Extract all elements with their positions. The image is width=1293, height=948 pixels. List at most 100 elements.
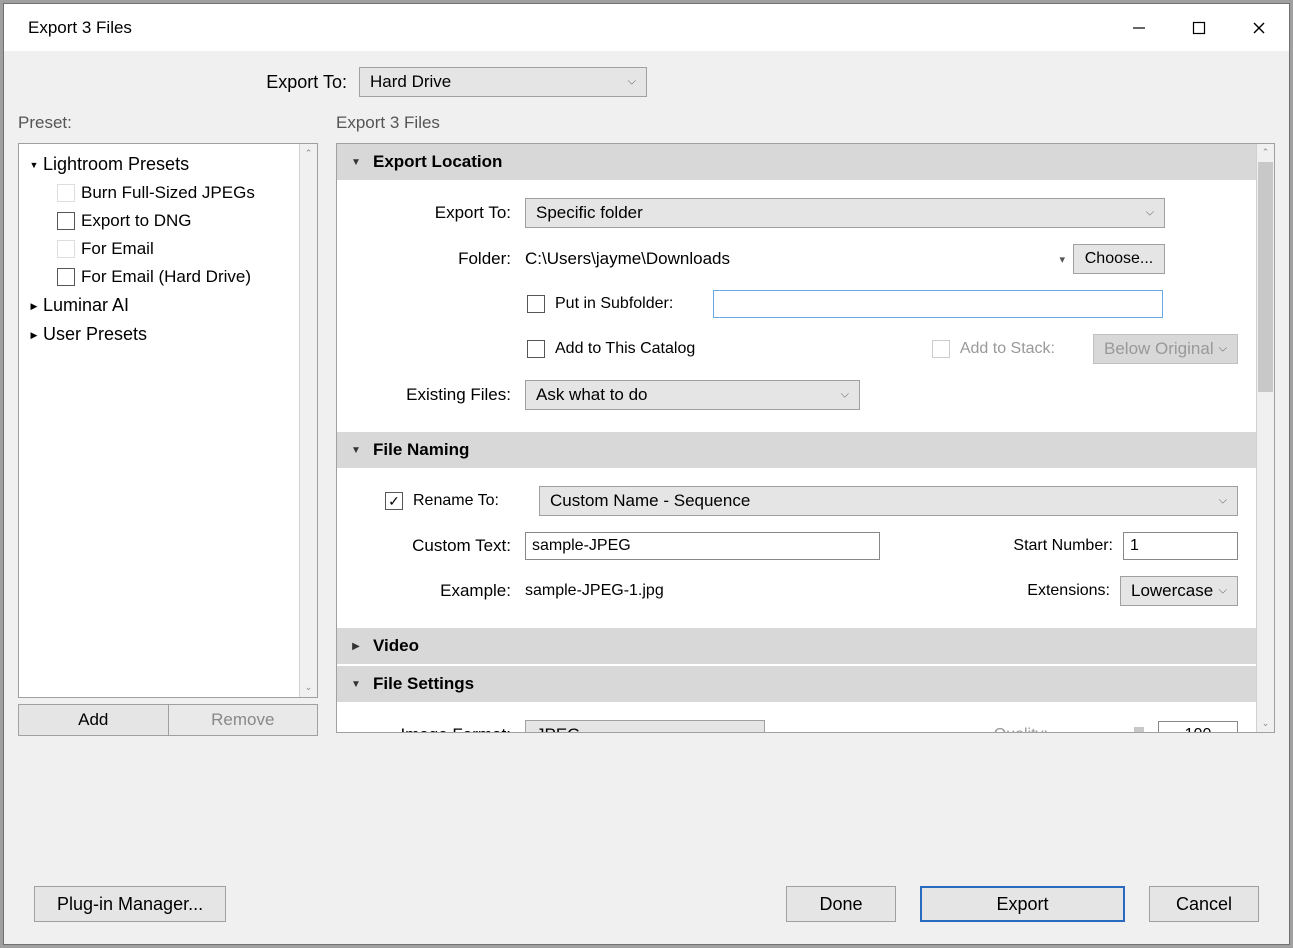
scroll-down-icon: ⌄	[1257, 718, 1274, 729]
section-export-location-body: Export To: Specific folder ⌵ Folder: C:\…	[337, 180, 1256, 432]
minimize-button[interactable]	[1109, 4, 1169, 51]
chevron-down-icon: ⌵	[1219, 585, 1227, 598]
preset-item-label: Export to DNG	[81, 211, 192, 231]
scrollbar-thumb[interactable]	[1258, 162, 1273, 392]
add-stack-checkbox	[932, 340, 950, 358]
preset-header: Preset:	[18, 113, 318, 133]
preset-group-lightroom[interactable]: Lightroom Presets	[23, 150, 313, 179]
export-to-select[interactable]: Hard Drive ⌵	[359, 67, 647, 97]
chevron-down-icon: ⌵	[1219, 343, 1227, 356]
preset-group-luminar[interactable]: Luminar AI	[23, 291, 313, 320]
section-title: Video	[373, 636, 419, 656]
triangle-down-icon	[349, 679, 363, 690]
extensions-select[interactable]: Lowercase ⌵	[1120, 576, 1238, 606]
triangle-down-icon[interactable]	[25, 159, 43, 171]
triangle-right-icon[interactable]	[25, 329, 43, 341]
subfolder-checkbox[interactable]	[527, 295, 545, 313]
subfolder-input[interactable]	[713, 290, 1163, 318]
existing-files-label: Existing Files:	[355, 385, 515, 405]
example-value: sample-JPEG-1.jpg	[525, 582, 664, 600]
chevron-down-icon: ⌵	[841, 389, 849, 402]
extensions-label: Extensions:	[1027, 582, 1110, 600]
preset-scrollbar[interactable]: ⌃ ⌄	[299, 144, 317, 697]
add-preset-button[interactable]: Add	[18, 704, 169, 736]
add-catalog-checkbox[interactable]	[527, 340, 545, 358]
quality-label: Quality:	[994, 726, 1048, 733]
folder-label: Folder:	[355, 249, 515, 269]
settings-panel: Export Location Export To: Specific fold…	[336, 143, 1275, 733]
section-file-naming-body: Rename To: Custom Name - Sequence ⌵ Cust…	[337, 468, 1256, 628]
choose-folder-button[interactable]: Choose...	[1073, 244, 1165, 274]
scroll-up-icon: ⌃	[1257, 147, 1274, 158]
checkbox-icon[interactable]	[57, 184, 75, 202]
custom-text-input[interactable]	[525, 532, 880, 560]
preset-group-label: Lightroom Presets	[43, 154, 189, 175]
folder-path: C:\Users\jayme\Downloads	[525, 249, 1051, 269]
rename-to-label: Rename To:	[413, 492, 499, 510]
section-title: Export Location	[373, 152, 502, 172]
subfolder-label: Put in Subfolder:	[555, 295, 673, 313]
preset-item-label: For Email	[81, 239, 154, 259]
window-title: Export 3 Files	[28, 18, 1109, 38]
export-to-label: Export To:	[355, 203, 515, 223]
export-to-value: Hard Drive	[370, 72, 451, 92]
start-number-label: Start Number:	[1013, 537, 1113, 555]
start-number-input[interactable]	[1123, 532, 1238, 560]
triangle-right-icon[interactable]	[25, 300, 43, 312]
preset-list: Lightroom Presets Burn Full-Sized JPEGs …	[18, 143, 318, 698]
section-file-settings-body: Image Format: JPEG ⌵ Quality:	[337, 702, 1256, 733]
cancel-button[interactable]: Cancel	[1149, 886, 1259, 922]
section-video-header[interactable]: Video	[337, 628, 1256, 664]
close-icon	[1252, 21, 1266, 35]
dialog-body: Export To: Hard Drive ⌵ Preset: Lightroo…	[4, 51, 1289, 944]
section-file-naming-header[interactable]: File Naming	[337, 432, 1256, 468]
stack-position-select: Below Original ⌵	[1093, 334, 1238, 364]
chevron-down-icon: ⌵	[746, 729, 754, 734]
chevron-down-icon: ⌵	[1219, 495, 1227, 508]
bottom-bar: Plug-in Manager... Done Export Cancel	[4, 864, 1289, 944]
section-file-settings-header[interactable]: File Settings	[337, 666, 1256, 702]
triangle-down-icon	[349, 157, 363, 168]
export-dialog: Export 3 Files Export To: Hard Drive ⌵ P…	[3, 3, 1290, 945]
rename-template-select[interactable]: Custom Name - Sequence ⌵	[539, 486, 1238, 516]
preset-item-label: For Email (Hard Drive)	[81, 267, 251, 287]
export-to-folder-select[interactable]: Specific folder ⌵	[525, 198, 1165, 228]
preset-item-for-email-hd[interactable]: For Email (Hard Drive)	[23, 263, 313, 291]
checkbox-icon[interactable]	[57, 240, 75, 258]
maximize-button[interactable]	[1169, 4, 1229, 51]
image-format-label: Image Format:	[355, 725, 515, 733]
maximize-icon	[1192, 21, 1206, 35]
done-button[interactable]: Done	[786, 886, 896, 922]
section-export-location-header[interactable]: Export Location	[337, 144, 1256, 180]
export-count-header: Export 3 Files	[336, 113, 1275, 133]
scroll-down-icon: ⌄	[305, 682, 313, 693]
close-button[interactable]	[1229, 4, 1289, 51]
preset-group-label: Luminar AI	[43, 295, 129, 316]
minimize-icon	[1132, 21, 1146, 35]
checkbox-icon[interactable]	[57, 268, 75, 286]
preset-item-burn-jpegs[interactable]: Burn Full-Sized JPEGs	[23, 179, 313, 207]
triangle-right-icon	[349, 641, 363, 652]
example-label: Example:	[355, 581, 515, 601]
section-title: File Settings	[373, 674, 474, 694]
preset-group-user[interactable]: User Presets	[23, 320, 313, 349]
quality-input[interactable]	[1158, 721, 1238, 733]
preset-item-for-email[interactable]: For Email	[23, 235, 313, 263]
section-title: File Naming	[373, 440, 469, 460]
image-format-select[interactable]: JPEG ⌵	[525, 720, 765, 733]
chevron-down-icon: ⌵	[1146, 207, 1154, 220]
chevron-down-icon[interactable]: ▾	[1059, 253, 1065, 266]
scroll-up-icon: ⌃	[305, 148, 313, 159]
add-catalog-label: Add to This Catalog	[555, 340, 695, 358]
settings-scrollbar[interactable]: ⌃ ⌄	[1256, 144, 1274, 732]
existing-files-select[interactable]: Ask what to do ⌵	[525, 380, 860, 410]
export-button[interactable]: Export	[920, 886, 1125, 922]
remove-preset-button[interactable]: Remove	[169, 704, 319, 736]
preset-item-export-dng[interactable]: Export to DNG	[23, 207, 313, 235]
export-destination-row: Export To: Hard Drive ⌵	[4, 51, 1289, 113]
slider-thumb-icon[interactable]	[1134, 727, 1144, 733]
checkbox-icon[interactable]	[57, 212, 75, 230]
quality-slider[interactable]	[1058, 727, 1148, 733]
plugin-manager-button[interactable]: Plug-in Manager...	[34, 886, 226, 922]
rename-to-checkbox[interactable]	[385, 492, 403, 510]
